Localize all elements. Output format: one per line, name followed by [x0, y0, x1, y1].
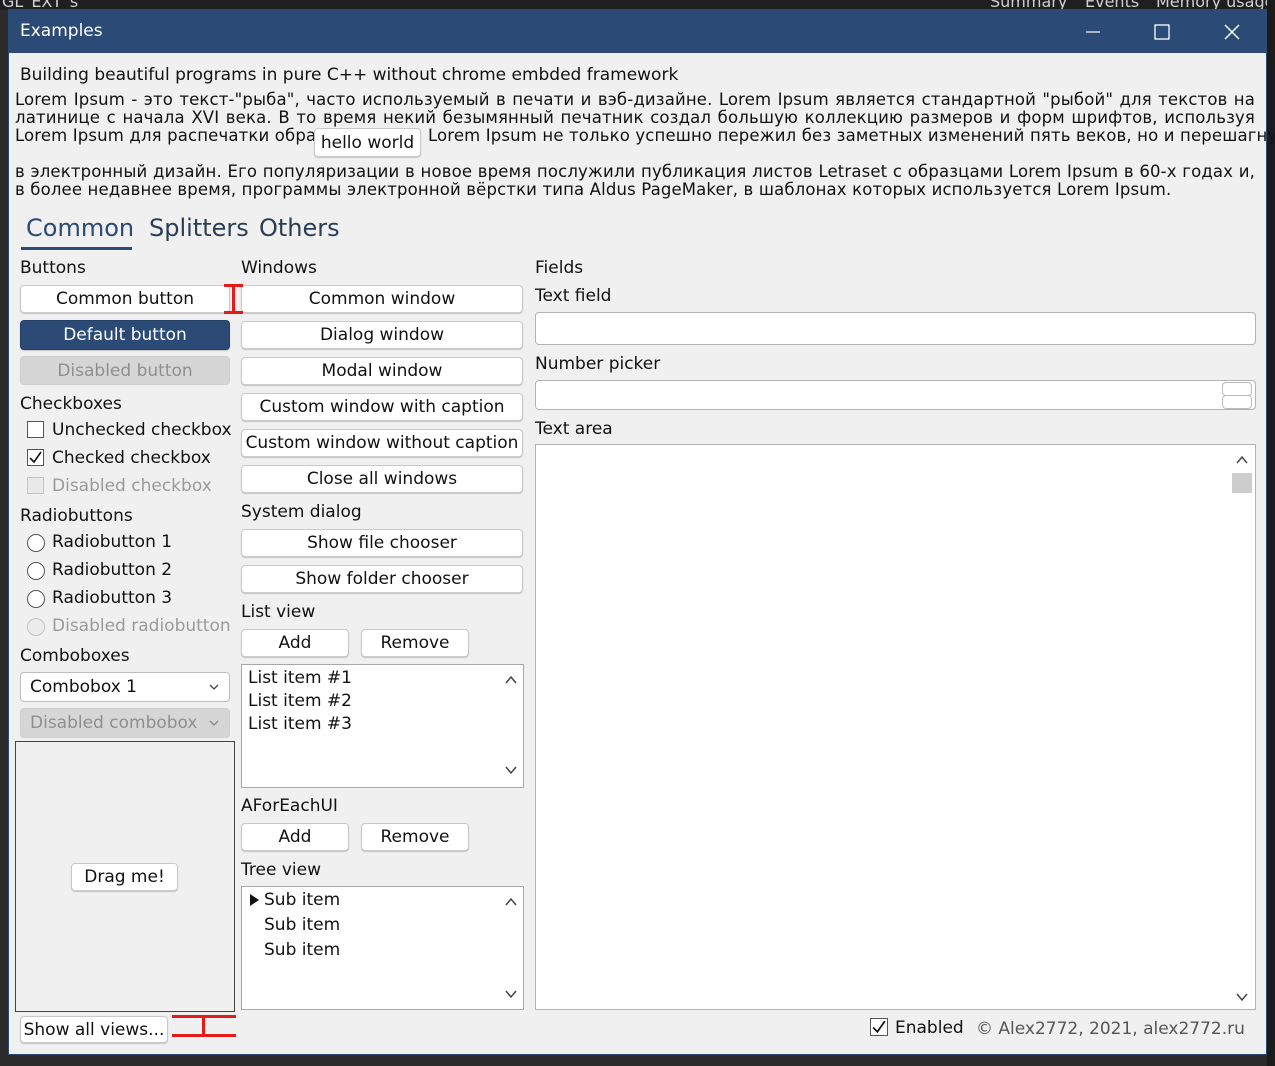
tree-item[interactable]: Sub item [264, 890, 340, 910]
drag-me-button[interactable]: Drag me! [71, 863, 178, 891]
show-file-chooser-button[interactable]: Show file chooser [241, 529, 523, 557]
text-field-label: Text field [535, 286, 612, 306]
red-annotation-mark [224, 311, 243, 314]
chevron-down-icon [209, 720, 219, 726]
aforeachui-title: AForEachUI [241, 796, 338, 816]
close-button[interactable] [1197, 10, 1267, 53]
text-field[interactable] [535, 312, 1256, 345]
combobox-1[interactable]: Combobox 1 [20, 672, 230, 702]
red-annotation-mark [172, 1034, 236, 1037]
common-button[interactable]: Common button [20, 285, 230, 313]
list-view-title: List view [241, 602, 316, 622]
text-area-label: Text area [535, 419, 613, 439]
disabled-button: Disabled button [20, 356, 230, 385]
scroll-up-icon [505, 897, 517, 906]
radiobutton-2[interactable] [27, 562, 45, 580]
number-down-button[interactable] [1222, 395, 1252, 409]
expand-arrow-icon[interactable] [250, 894, 259, 906]
checked-checkbox-label[interactable]: Checked checkbox [52, 448, 211, 468]
list-item[interactable]: List item #1 [248, 668, 352, 688]
custom-window-caption-button[interactable]: Custom window with caption [241, 393, 523, 421]
unchecked-checkbox-label[interactable]: Unchecked checkbox [52, 420, 232, 440]
combobox-1-value: Combobox 1 [30, 677, 137, 697]
buttons-section-title: Buttons [20, 258, 86, 278]
radiobutton-2-label[interactable]: Radiobutton 2 [52, 560, 172, 580]
scroll-down-icon [1236, 993, 1248, 1002]
radiobutton-1[interactable] [27, 534, 45, 552]
checkmark-icon [29, 451, 42, 464]
list-add-button[interactable]: Add [241, 629, 349, 657]
intro-heading: Building beautiful programs in pure C++ … [20, 65, 679, 85]
list-remove-button[interactable]: Remove [361, 629, 469, 657]
aforeach-add-button[interactable]: Add [241, 823, 349, 851]
aforeach-remove-button[interactable]: Remove [361, 823, 469, 851]
enabled-checkbox[interactable] [870, 1018, 888, 1036]
list-view[interactable]: List item #1 List item #2 List item #3 [241, 664, 524, 788]
minimize-button[interactable] [1058, 10, 1128, 53]
examples-window: Examples Building beautiful programs in … [8, 9, 1275, 1055]
enabled-label[interactable]: Enabled [895, 1018, 964, 1038]
scroll-up-icon [1236, 455, 1248, 464]
tree-item[interactable]: Sub item [264, 940, 340, 960]
chevron-down-icon [209, 684, 219, 690]
modal-window-button[interactable]: Modal window [241, 357, 523, 385]
tree-view[interactable]: Sub item Sub item Sub item [241, 886, 524, 1010]
windows-section-title: Windows [241, 258, 317, 278]
tab-others[interactable]: Others [259, 214, 340, 242]
scrollbar-thumb[interactable] [1232, 473, 1252, 493]
default-button[interactable]: Default button [20, 320, 230, 350]
tab-splitters[interactable]: Splitters [149, 214, 249, 242]
custom-window-no-caption-button[interactable]: Custom window without caption [241, 429, 523, 457]
tab-common[interactable]: Common [26, 214, 134, 242]
disabled-radiobutton-label: Disabled radiobutton [52, 616, 231, 636]
tree-item[interactable]: Sub item [264, 915, 340, 935]
disabled-combobox-value: Disabled combobox [30, 713, 198, 733]
common-window-button[interactable]: Common window [241, 285, 523, 313]
show-all-views-button[interactable]: Show all views... [20, 1016, 168, 1043]
radiobuttons-section-title: Radiobuttons [20, 506, 133, 526]
list-item[interactable]: List item #3 [248, 714, 352, 734]
number-picker[interactable] [535, 380, 1256, 410]
checkboxes-section-title: Checkboxes [20, 394, 122, 414]
red-annotation-mark [232, 284, 235, 314]
text-area[interactable] [535, 444, 1256, 1010]
lorem-text-3: в электронный дизайн. Его популяризации … [15, 162, 1255, 199]
number-up-button[interactable] [1222, 382, 1252, 396]
list-item[interactable]: List item #2 [248, 691, 352, 711]
radiobutton-3[interactable] [27, 590, 45, 608]
hello-world-button[interactable]: hello world [314, 128, 421, 157]
copyright-text: © Alex2772, 2021, alex2772.ru [976, 1019, 1245, 1039]
disabled-checkbox [27, 477, 44, 494]
close-icon [1224, 24, 1240, 39]
radiobutton-1-label[interactable]: Radiobutton 1 [52, 532, 172, 552]
show-folder-chooser-button[interactable]: Show folder chooser [241, 565, 523, 593]
scroll-down-icon [505, 990, 517, 999]
title-bar[interactable]: Examples [9, 10, 1266, 53]
disabled-radiobutton [27, 618, 45, 636]
fields-section-title: Fields [535, 258, 584, 278]
scroll-up-icon [505, 675, 517, 684]
tab-indicator [21, 247, 132, 250]
minimize-icon [1086, 30, 1100, 33]
window-title: Examples [20, 21, 103, 41]
disabled-combobox: Disabled combobox [20, 708, 230, 738]
comboboxes-section-title: Comboboxes [20, 646, 130, 666]
number-picker-label: Number picker [535, 354, 661, 374]
desktop-edge [1267, 0, 1275, 1066]
close-all-windows-button[interactable]: Close all windows [241, 465, 523, 493]
scroll-down-icon [505, 766, 517, 775]
system-dialog-title: System dialog [241, 502, 362, 522]
maximize-icon [1154, 23, 1170, 40]
tree-view-title: Tree view [241, 860, 321, 880]
dialog-window-button[interactable]: Dialog window [241, 321, 523, 349]
unchecked-checkbox[interactable] [27, 421, 44, 438]
red-annotation-mark [224, 284, 243, 287]
checked-checkbox[interactable] [27, 449, 44, 466]
disabled-checkbox-label: Disabled checkbox [52, 476, 212, 496]
lorem-text-2: Lorem Ipsum не только успешно пережил бе… [428, 126, 1275, 145]
maximize-button[interactable] [1127, 10, 1197, 53]
checkmark-icon [872, 1020, 886, 1034]
radiobutton-3-label[interactable]: Radiobutton 3 [52, 588, 172, 608]
lorem-paragraph-2: в электронный дизайн. Его популяризации … [15, 163, 1255, 199]
